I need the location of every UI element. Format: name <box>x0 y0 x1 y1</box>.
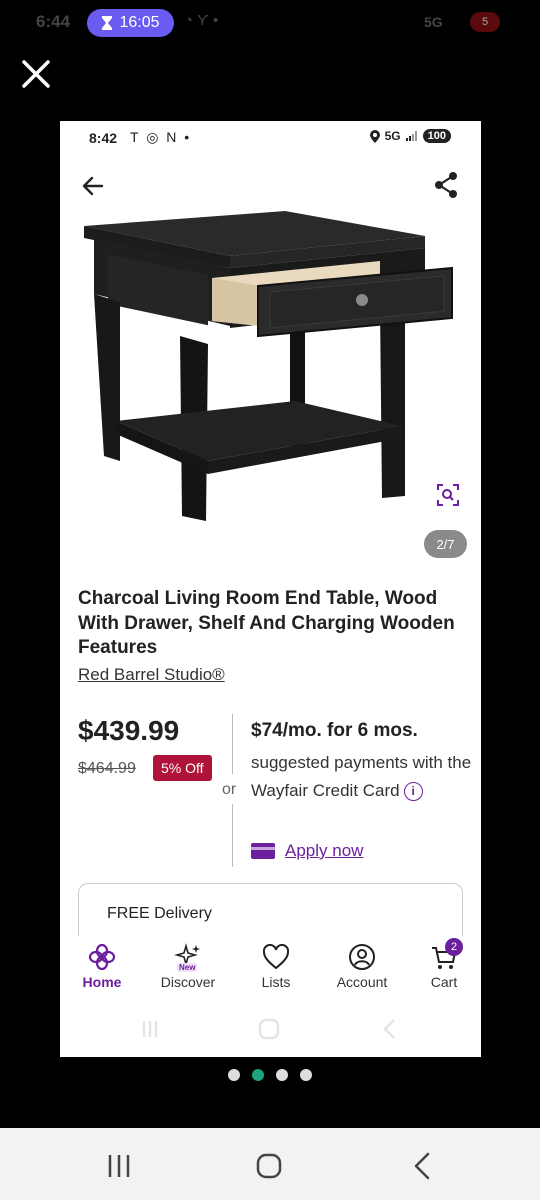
screenshot-panel: 8:42 T ◎ N • 5G 100 2/7 Charcoal Living … <box>60 121 481 1057</box>
hourglass-icon <box>102 16 113 30</box>
outer-notification-icons: ◔ ϒ • <box>184 12 219 29</box>
outer-battery: 5 <box>470 12 500 32</box>
inner-notification-icons: T ◎ N • <box>130 129 192 145</box>
location-icon <box>369 129 380 143</box>
nav-label: Home <box>82 974 122 990</box>
carousel-dots <box>228 1069 312 1081</box>
carousel-dot[interactable] <box>300 1069 312 1081</box>
financing-description: suggested payments with the Wayfair Cred… <box>251 749 476 805</box>
discount-badge: 5% Off <box>153 755 212 781</box>
nav-account[interactable]: Account <box>320 936 404 992</box>
nav-label: Discover <box>160 974 216 990</box>
timer-value: 16:05 <box>119 14 160 31</box>
timer-chip[interactable]: 16:05 <box>87 9 174 37</box>
nav-label: Account <box>336 974 388 990</box>
delivery-label: FREE Delivery <box>107 905 212 922</box>
back-arrow-icon[interactable] <box>80 173 106 199</box>
visual-search-icon[interactable] <box>436 483 460 507</box>
nav-label: Cart <box>430 974 458 990</box>
close-icon[interactable] <box>18 56 54 92</box>
carousel-dot-active[interactable] <box>252 1069 264 1081</box>
or-separator: or <box>222 781 237 798</box>
divider <box>232 714 233 774</box>
home-icon <box>88 943 116 971</box>
image-counter: 2/7 <box>424 530 467 558</box>
current-price: $439.99 <box>78 715 180 746</box>
inner-battery: 100 <box>422 129 451 143</box>
cart-badge: 2 <box>445 938 463 956</box>
original-price: $464.99 <box>78 760 136 777</box>
apply-now-row[interactable]: Apply now <box>251 841 363 861</box>
heart-icon <box>262 943 290 970</box>
credit-card-icon <box>251 843 275 859</box>
share-icon[interactable] <box>433 171 459 199</box>
inner-clock: 8:42 <box>89 130 118 146</box>
apply-now-link[interactable]: Apply now <box>285 841 363 861</box>
discover-icon: New <box>173 942 203 972</box>
bottom-navigation: Home New Discover Lists Account 2 Cart <box>60 936 481 1006</box>
back-icon[interactable] <box>414 1152 430 1180</box>
product-title: Charcoal Living Room End Table, Wood Wit… <box>78 588 455 658</box>
carousel-dot[interactable] <box>276 1069 288 1081</box>
divider <box>232 804 233 867</box>
brand-link[interactable]: Red Barrel Studio® <box>78 665 225 685</box>
nav-home[interactable]: Home <box>60 936 144 992</box>
financing-monthly: $74/mo. for 6 mos. <box>251 720 418 741</box>
inner-status-bar: 8:42 T ◎ N • 5G 100 <box>60 121 481 155</box>
new-tag: New <box>177 963 198 972</box>
outer-clock: 6:44 <box>36 12 71 31</box>
home-button-icon[interactable] <box>256 1153 282 1179</box>
nav-cart[interactable]: 2 Cart <box>402 936 481 992</box>
system-nav-bar <box>0 1128 540 1200</box>
carousel-dot[interactable] <box>228 1069 240 1081</box>
inner-network: 5G <box>384 129 401 143</box>
inner-status-right: 5G 100 <box>369 129 451 143</box>
nav-label: Lists <box>261 974 291 990</box>
outer-status-bar: 6:44 16:05 ◔ ϒ • 5G 5 <box>0 0 540 48</box>
system-nav-icons <box>108 1152 430 1180</box>
nav-lists[interactable]: Lists <box>234 936 318 992</box>
signal-icon <box>405 131 417 141</box>
account-icon <box>349 944 375 970</box>
info-icon[interactable]: i <box>403 782 423 801</box>
financing-description-text: suggested payments with the Wayfair Cred… <box>251 753 472 800</box>
recent-apps-icon[interactable] <box>108 1155 130 1177</box>
product-image[interactable] <box>80 206 460 526</box>
inner-system-nav <box>142 1018 395 1040</box>
nav-discover[interactable]: New Discover <box>146 936 230 992</box>
cart-icon: 2 <box>429 938 463 972</box>
outer-network: 5G <box>424 14 443 30</box>
